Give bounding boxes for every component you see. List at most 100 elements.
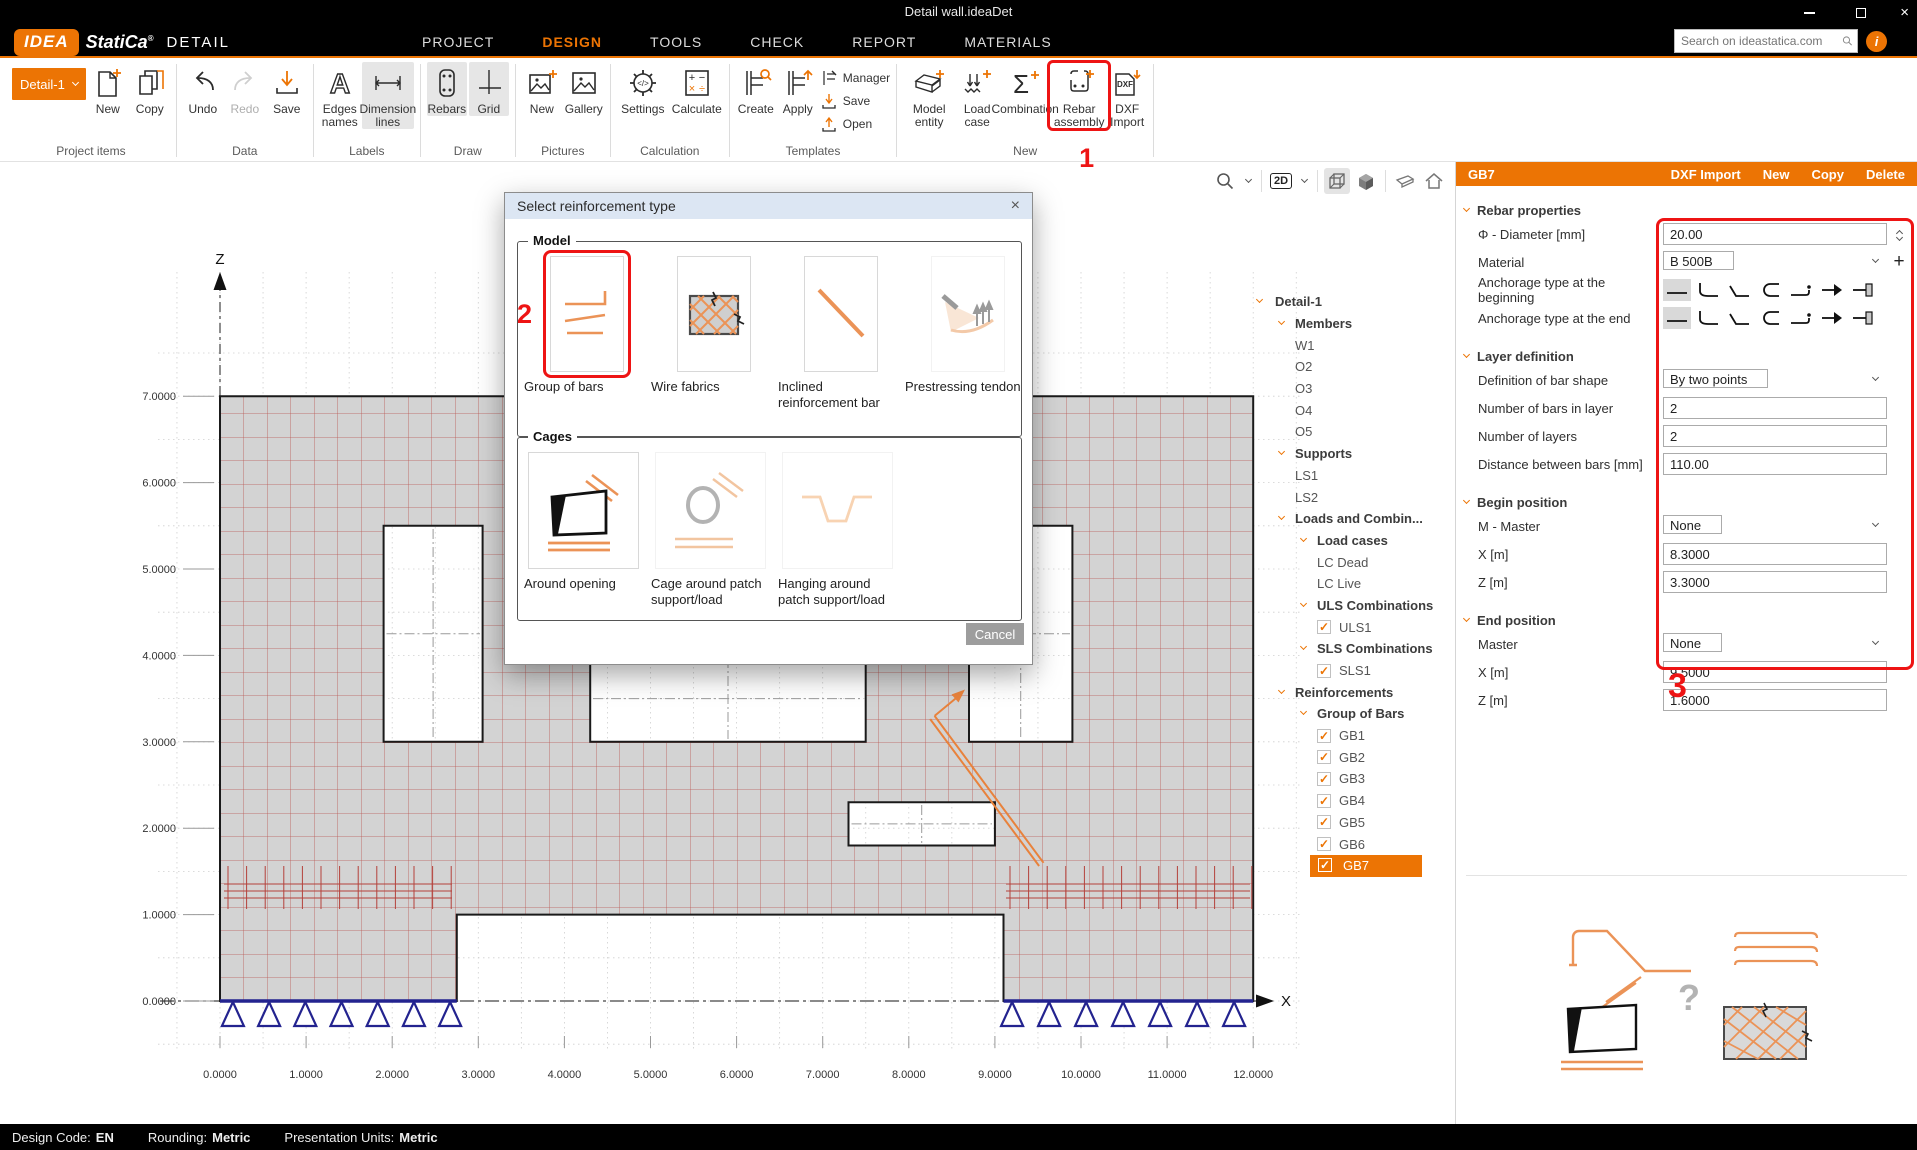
tree-item-o2[interactable]: O2: [1253, 356, 1455, 378]
template-open-button[interactable]: Open: [820, 113, 890, 134]
end-x-input[interactable]: [1663, 661, 1887, 683]
new-action[interactable]: New: [1763, 167, 1790, 182]
tab-design[interactable]: DESIGN: [540, 27, 604, 57]
chevron-down-icon[interactable]: [1278, 318, 1285, 325]
rebars-toggle[interactable]: Rebars: [427, 62, 467, 116]
grid-toggle[interactable]: Grid: [469, 62, 509, 116]
begin-z-input[interactable]: [1663, 571, 1887, 593]
anchor-straight-button[interactable]: [1663, 307, 1691, 329]
maximize-button[interactable]: [1848, 0, 1874, 26]
tree-item-detail-1[interactable]: Detail-1: [1253, 291, 1455, 313]
layers-count-input[interactable]: [1663, 425, 1887, 447]
tree-item-sls-combinations[interactable]: SLS Combinations: [1253, 638, 1455, 660]
rebar-assembly-button[interactable]: Rebar assembly 1: [1053, 62, 1105, 129]
save-button[interactable]: Save: [267, 62, 307, 116]
calculate-button[interactable]: +−×÷ Calculate: [671, 62, 723, 116]
tree-item-lc-dead[interactable]: LC Dead: [1253, 551, 1455, 573]
checkbox[interactable]: ✓: [1317, 794, 1331, 808]
tree-item-uls-combinations[interactable]: ULS Combinations: [1253, 595, 1455, 617]
tile-prestressing-tendon[interactable]: Prestressing tendon: [905, 256, 1032, 411]
dialog-close-button[interactable]: ×: [1011, 197, 1020, 215]
chevron-down-icon[interactable]: [1278, 513, 1285, 520]
tile-cage-around-patch[interactable]: Cage around patch support/load: [651, 452, 778, 608]
create-template-button[interactable]: Create: [736, 62, 776, 116]
new-project-item-button[interactable]: New: [88, 62, 128, 116]
tree-item-lc-live[interactable]: LC Live: [1253, 573, 1455, 595]
chevron-down-icon[interactable]: [1300, 600, 1307, 607]
chevron-down-icon[interactable]: [1256, 296, 1263, 303]
chevron-down-icon[interactable]: [1300, 643, 1307, 650]
tab-check[interactable]: CHECK: [748, 27, 806, 57]
dxf-import-action[interactable]: DXF Import: [1671, 167, 1741, 182]
tile-hanging-around-patch[interactable]: Hanging around patch support/load: [778, 452, 905, 608]
undo-button[interactable]: Undo: [183, 62, 223, 116]
anchor-hook90-button[interactable]: [1694, 279, 1722, 301]
settings-button[interactable]: </> Settings: [617, 62, 669, 116]
tree-item-sls1[interactable]: ✓SLS1: [1253, 660, 1455, 682]
tree-item-gb4[interactable]: ✓GB4: [1253, 790, 1455, 812]
checkbox[interactable]: ✓: [1318, 858, 1332, 872]
anchor-hook-dot-button[interactable]: [1787, 307, 1815, 329]
anchor-hook-dot-button[interactable]: [1787, 279, 1815, 301]
anchor-hook180-button[interactable]: [1756, 307, 1784, 329]
tree-item-group-of-bars[interactable]: Group of Bars: [1253, 703, 1455, 725]
section-header[interactable]: Begin position: [1456, 492, 1917, 512]
tree-item-members[interactable]: Members: [1253, 313, 1455, 335]
selected-item-highlight[interactable]: ✓ GB7: [1310, 855, 1422, 877]
diameter-input[interactable]: [1663, 223, 1887, 245]
anchor-plate-button[interactable]: [1818, 307, 1846, 329]
template-save-button[interactable]: Save: [820, 90, 890, 111]
anchor-head-button[interactable]: [1849, 307, 1877, 329]
solid-view-button[interactable]: [1353, 168, 1379, 194]
tree-item-uls1[interactable]: ✓ULS1: [1253, 616, 1455, 638]
checkbox[interactable]: ✓: [1317, 620, 1331, 634]
chevron-down-icon[interactable]: [1300, 708, 1307, 715]
begin-x-input[interactable]: [1663, 543, 1887, 565]
tree-item-gb1[interactable]: ✓GB1: [1253, 725, 1455, 747]
chevron-down-icon[interactable]: [1278, 448, 1285, 455]
view-mode-dropdown[interactable]: [1297, 168, 1311, 194]
tree-item-supports[interactable]: Supports: [1253, 443, 1455, 465]
tile-around-opening[interactable]: Around opening: [524, 452, 651, 608]
anchor-head-button[interactable]: [1849, 279, 1877, 301]
detail-selector[interactable]: Detail-1: [12, 68, 86, 100]
add-material-button[interactable]: +: [1887, 251, 1911, 273]
tree-item-gb3[interactable]: ✓GB3: [1253, 768, 1455, 790]
edges-names-toggle[interactable]: A Edges names: [320, 62, 360, 129]
search-input[interactable]: [1675, 34, 1842, 48]
view-2d-button[interactable]: 2D: [1268, 168, 1294, 194]
chevron-down-icon[interactable]: [1300, 535, 1307, 542]
section-header[interactable]: Layer definition: [1456, 346, 1917, 366]
model-entity-button[interactable]: Model entity: [903, 62, 955, 129]
new-picture-button[interactable]: New: [522, 62, 562, 116]
bar-shape-select[interactable]: By two points: [1663, 369, 1768, 388]
tree-item-o4[interactable]: O4: [1253, 399, 1455, 421]
anchor-hook135-button[interactable]: [1725, 279, 1753, 301]
bar-distance-input[interactable]: [1663, 453, 1887, 475]
tree-item-gb5[interactable]: ✓GB5: [1253, 812, 1455, 834]
tree-item-load-cases[interactable]: Load cases: [1253, 530, 1455, 552]
bars-in-layer-input[interactable]: [1663, 397, 1887, 419]
tile-wire-fabrics[interactable]: Wire fabrics: [651, 256, 778, 411]
home-view-button[interactable]: [1421, 168, 1447, 194]
line-supports[interactable]: [222, 1002, 1245, 1026]
tab-report[interactable]: REPORT: [850, 27, 918, 57]
dxf-import-button[interactable]: DXF DXF Import: [1107, 62, 1147, 129]
template-manager-button[interactable]: Manager: [820, 67, 890, 88]
checkbox[interactable]: ✓: [1317, 664, 1331, 678]
dimension-lines-toggle[interactable]: Dimension lines: [362, 62, 414, 129]
checkbox[interactable]: ✓: [1317, 837, 1331, 851]
tab-project[interactable]: PROJECT: [420, 27, 496, 57]
chevron-down-icon[interactable]: [1278, 687, 1285, 694]
tile-inclined-bar[interactable]: Inclined reinforcement bar: [778, 256, 905, 411]
copy-action[interactable]: Copy: [1811, 167, 1844, 182]
delete-action[interactable]: Delete: [1866, 167, 1905, 182]
tree-item-reinforcements[interactable]: Reinforcements: [1253, 681, 1455, 703]
minimize-button[interactable]: [1796, 0, 1822, 26]
tree-item-o3[interactable]: O3: [1253, 378, 1455, 400]
zoom-tool-button[interactable]: [1212, 168, 1238, 194]
tree-item-gb6[interactable]: ✓GB6: [1253, 833, 1455, 855]
tree-item-gb7-selected[interactable]: ✓ GB7: [1253, 855, 1455, 877]
section-header[interactable]: Rebar properties: [1456, 200, 1917, 220]
anchor-hook135-button[interactable]: [1725, 307, 1753, 329]
